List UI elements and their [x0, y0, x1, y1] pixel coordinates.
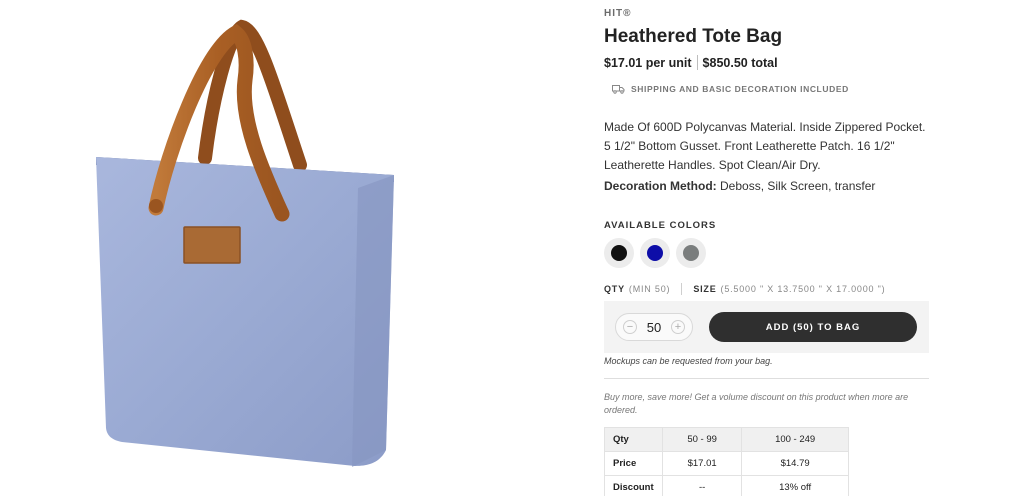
shipping-note: SHIPPING AND BASIC DECORATION INCLUDED	[612, 84, 849, 94]
price-row: $17.01 per unit $850.50 total	[604, 55, 778, 70]
shipping-text: SHIPPING AND BASIC DECORATION INCLUDED	[631, 84, 849, 94]
table-cell: Price	[604, 451, 663, 476]
size-value: (5.5000 " X 13.7500 " X 17.0000 ")	[720, 284, 886, 294]
table-cell: --	[661, 475, 743, 496]
color-swatch-black[interactable]	[604, 238, 634, 268]
swatch-dot-gray	[683, 245, 699, 261]
volume-discount-note: Buy more, save more! Get a volume discou…	[604, 392, 909, 415]
table-row: Qty 50 - 99 100 - 249	[604, 427, 849, 452]
qty-size-row: QTY (MIN 50) SIZE (5.5000 " X 13.7500 " …	[604, 283, 885, 295]
decrement-button[interactable]: −	[623, 320, 637, 334]
truck-icon	[612, 85, 625, 94]
table-cell: 50 - 99	[661, 427, 743, 452]
available-colors-label: AVAILABLE COLORS	[604, 220, 717, 231]
add-to-bag-panel: − 50 + ADD (50) TO BAG	[604, 301, 929, 353]
table-row: Price $17.01 $14.79	[604, 451, 849, 476]
price-per-unit: $17.01 per unit	[604, 55, 692, 70]
price-divider	[696, 55, 698, 70]
add-to-bag-button[interactable]: ADD (50) TO BAG	[709, 312, 917, 342]
swatch-dot-black	[611, 245, 627, 261]
qty-label: QTY	[604, 284, 625, 294]
table-row: Discount -- 13% off	[604, 475, 849, 496]
tote-bag-image	[96, 19, 394, 467]
table-cell: 100 - 249	[741, 427, 849, 452]
table-cell: 13% off	[741, 475, 849, 496]
table-cell: $17.01	[661, 451, 743, 476]
qty-size-divider	[681, 283, 683, 295]
color-swatch-gray[interactable]	[676, 238, 706, 268]
table-cell: Qty	[604, 427, 663, 452]
decoration-label: Decoration Method:	[604, 179, 717, 193]
price-total: $850.50 total	[702, 55, 778, 70]
mockups-note: Mockups can be requested from your bag.	[604, 356, 773, 366]
product-details: HIT® Heathered Tote Bag $17.01 per unit …	[604, 0, 934, 496]
product-description: Made Of 600D Polycanvas Material. Inside…	[604, 120, 926, 172]
quantity-value[interactable]: 50	[647, 320, 661, 335]
table-cell: $14.79	[741, 451, 849, 476]
quantity-stepper[interactable]: − 50 +	[615, 313, 693, 341]
swatch-dot-blue	[647, 245, 663, 261]
color-swatches	[604, 238, 706, 268]
color-swatch-blue[interactable]	[640, 238, 670, 268]
product-title: Heathered Tote Bag	[604, 26, 783, 47]
decoration-method: Decoration Method: Deboss, Silk Screen, …	[604, 179, 875, 193]
increment-button[interactable]: +	[671, 320, 685, 334]
product-image-area	[0, 0, 500, 496]
decoration-value: Deboss, Silk Screen, transfer	[720, 179, 876, 193]
size-label: SIZE	[693, 284, 717, 294]
section-divider	[604, 378, 929, 379]
brand-name: HIT®	[604, 8, 632, 19]
table-cell: Discount	[604, 475, 663, 496]
pricing-table: Qty 50 - 99 100 - 249 Price $17.01 $14.7…	[604, 427, 849, 496]
qty-minimum: (MIN 50)	[628, 284, 671, 294]
